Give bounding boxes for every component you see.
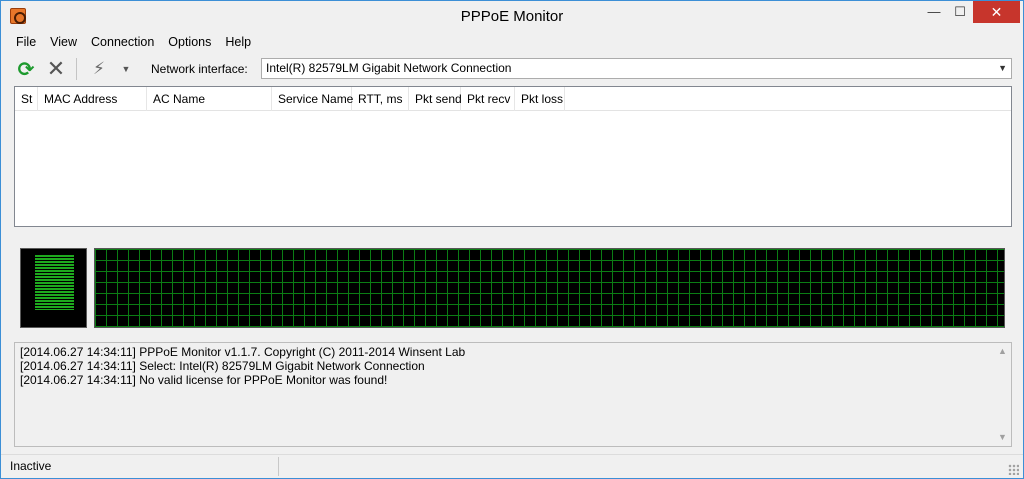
column-pkt-loss[interactable]: Pkt loss xyxy=(515,87,565,111)
level-meter-bar xyxy=(35,255,74,310)
menu-help[interactable]: Help xyxy=(218,32,258,52)
minimize-button[interactable]: — xyxy=(921,1,947,23)
main-window: PPPoE Monitor — ☐ ✕ File View Connection… xyxy=(0,0,1024,479)
scroll-down-icon[interactable]: ▼ xyxy=(994,429,1011,446)
menu-view[interactable]: View xyxy=(43,32,84,52)
menu-file[interactable]: File xyxy=(9,32,43,52)
menu-bar: File View Connection Options Help xyxy=(9,32,258,52)
menu-options[interactable]: Options xyxy=(161,32,218,52)
log-lines: [2014.06.27 14:34:11] PPPoE Monitor v1.1… xyxy=(20,345,465,387)
level-meter xyxy=(20,248,87,328)
column-st[interactable]: St xyxy=(15,87,38,111)
refresh-icon[interactable]: ⟳ xyxy=(15,58,37,81)
toolbar: ⟳ ✕ ⚡ ▼ Network interface: Intel(R) 8257… xyxy=(9,54,1015,84)
network-interface-select[interactable]: Intel(R) 82579LM Gigabit Network Connect… xyxy=(261,58,1012,79)
network-interface-value: Intel(R) 82579LM Gigabit Network Connect… xyxy=(266,61,512,75)
session-list[interactable]: St MAC Address AC Name Service Name RTT,… xyxy=(14,86,1012,227)
traffic-panel xyxy=(14,237,1012,335)
status-separator xyxy=(278,457,279,476)
column-ac-name[interactable]: AC Name xyxy=(147,87,272,111)
event-log[interactable]: [2014.06.27 14:34:11] PPPoE Monitor v1.1… xyxy=(14,342,1012,447)
title-bar[interactable]: PPPoE Monitor — ☐ ✕ xyxy=(1,1,1023,32)
resize-grip-icon[interactable] xyxy=(1008,464,1019,475)
menu-connection[interactable]: Connection xyxy=(84,32,161,52)
column-rtt[interactable]: RTT, ms xyxy=(352,87,409,111)
plug-icon[interactable]: ⚡ xyxy=(88,58,110,80)
chevron-down-icon[interactable]: ▼ xyxy=(115,58,137,80)
list-header: St MAC Address AC Name Service Name RTT,… xyxy=(15,87,1011,111)
traffic-graph xyxy=(94,248,1005,328)
window-title: PPPoE Monitor xyxy=(460,8,564,25)
log-line: [2014.06.27 14:34:11] PPPoE Monitor v1.1… xyxy=(20,345,466,359)
status-text: Inactive xyxy=(10,459,52,473)
log-line: [2014.06.27 14:34:11] Select: Intel(R) 8… xyxy=(20,359,425,373)
scroll-up-icon[interactable]: ▲ xyxy=(994,343,1011,360)
status-bar: Inactive xyxy=(1,454,1023,478)
close-button[interactable]: ✕ xyxy=(973,1,1020,23)
column-pkt-send[interactable]: Pkt send xyxy=(409,87,462,111)
column-service-name[interactable]: Service Name xyxy=(272,87,353,111)
network-interface-label: Network interface: xyxy=(151,62,248,76)
stop-icon[interactable]: ✕ xyxy=(45,56,67,81)
log-scrollbar[interactable]: ▲ ▼ xyxy=(994,343,1011,446)
toolbar-separator xyxy=(76,58,77,80)
column-pkt-recv[interactable]: Pkt recv xyxy=(461,87,515,111)
column-mac-address[interactable]: MAC Address xyxy=(38,87,147,111)
log-line: [2014.06.27 14:34:11] No valid license f… xyxy=(20,373,388,387)
chevron-down-icon[interactable]: ▼ xyxy=(998,59,1007,78)
maximize-button[interactable]: ☐ xyxy=(947,1,973,23)
